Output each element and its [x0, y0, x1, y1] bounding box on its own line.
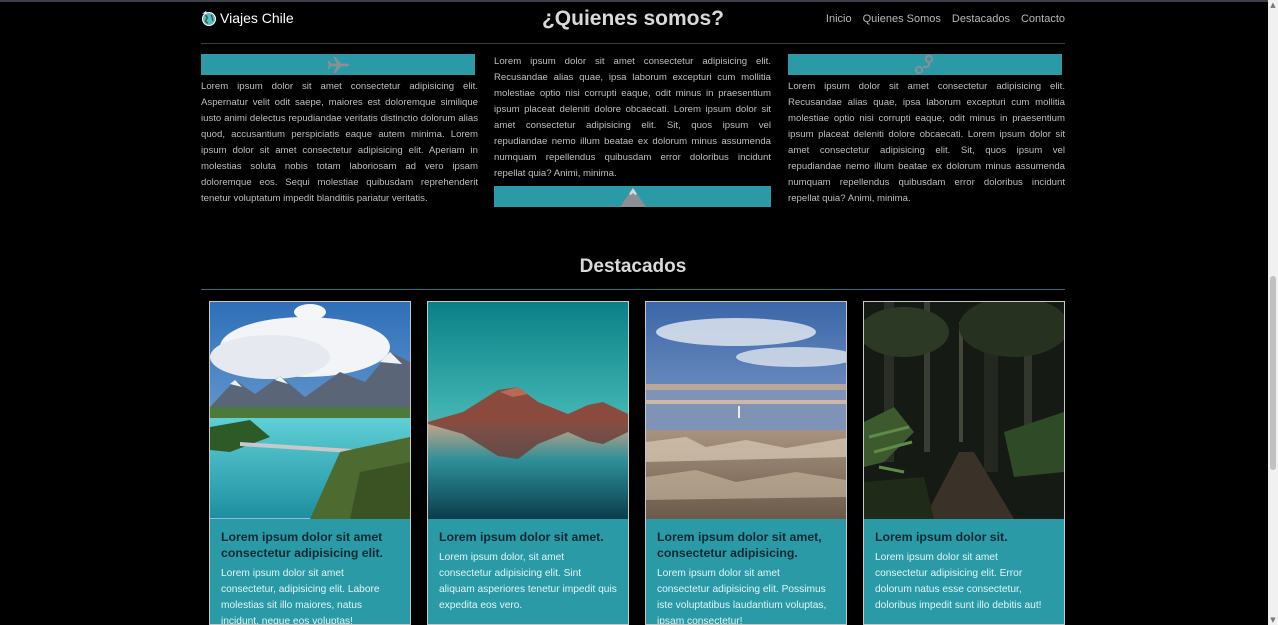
- card-title: Lorem ipsum dolor sit.: [875, 530, 1008, 544]
- card-body: Lorem ipsum dolor sit amet consectetur a…: [210, 519, 410, 625]
- card-text: Lorem ipsum dolor sit amet consectetur a…: [657, 568, 827, 625]
- rainforest-image: [864, 302, 1064, 519]
- card-title: Lorem ipsum dolor sit amet.: [439, 530, 604, 544]
- about-column-3: Lorem ipsum dolor sit amet consectetur a…: [788, 54, 1065, 207]
- about-icon-bar: [788, 54, 1062, 75]
- card-body: Lorem ipsum dolor sit amet, consectetur …: [646, 519, 846, 625]
- page-scrollbar[interactable]: ▲ ▼: [1268, 0, 1278, 625]
- scroll-down-arrow-icon[interactable]: ▼: [1268, 615, 1278, 625]
- card-title: Lorem ipsum dolor sit amet, consectetur …: [657, 530, 822, 560]
- destination-card[interactable]: Lorem ipsum dolor sit amet. Lorem ipsum …: [427, 301, 629, 625]
- card-title: Lorem ipsum dolor sit amet consectetur a…: [221, 530, 383, 560]
- destacados-divider: [201, 289, 1065, 290]
- route-icon: [914, 54, 934, 75]
- card-body: Lorem ipsum dolor sit. Lorem ipsum dolor…: [864, 519, 1064, 614]
- about-column-1: Lorem ipsum dolor sit amet consectetur a…: [201, 54, 478, 207]
- about-text-2: Lorem ipsum dolor sit amet consectetur a…: [494, 56, 771, 179]
- scrollbar-thumb[interactable]: [1270, 276, 1276, 470]
- about-title: ¿Quienes somos?: [541, 7, 725, 30]
- destination-card[interactable]: Lorem ipsum dolor sit amet consectetur a…: [209, 301, 411, 625]
- destination-card[interactable]: Lorem ipsum dolor sit amet, consectetur …: [645, 301, 847, 625]
- mountain-icon: [619, 188, 646, 207]
- card-text: Lorem ipsum dolor sit amet consectetur, …: [221, 568, 380, 625]
- airplane-icon: [327, 56, 349, 73]
- salt-flat-image: [646, 302, 846, 519]
- about-column-2: Lorem ipsum dolor sit amet consectetur a…: [494, 54, 771, 207]
- scroll-up-arrow-icon[interactable]: ▲: [1268, 0, 1278, 10]
- destacados-title: Destacados: [579, 256, 687, 277]
- card-text: Lorem ipsum dolor sit amet consectetur a…: [875, 552, 1042, 611]
- card-text: Lorem ipsum dolor, sit amet consectetur …: [439, 552, 617, 611]
- about-text-1: Lorem ipsum dolor sit amet consectetur a…: [201, 81, 478, 204]
- about-text-3: Lorem ipsum dolor sit amet consectetur a…: [788, 81, 1065, 204]
- navbar-divider: [201, 43, 1065, 44]
- window-top-edge: [0, 0, 1278, 2]
- patagonia-lake-image: [210, 302, 410, 519]
- volcano-reflection-image: [428, 302, 628, 519]
- destination-card[interactable]: Lorem ipsum dolor sit. Lorem ipsum dolor…: [863, 301, 1065, 625]
- about-icon-bar: [201, 54, 475, 75]
- card-body: Lorem ipsum dolor sit amet. Lorem ipsum …: [428, 519, 628, 614]
- about-icon-bar: [494, 186, 771, 207]
